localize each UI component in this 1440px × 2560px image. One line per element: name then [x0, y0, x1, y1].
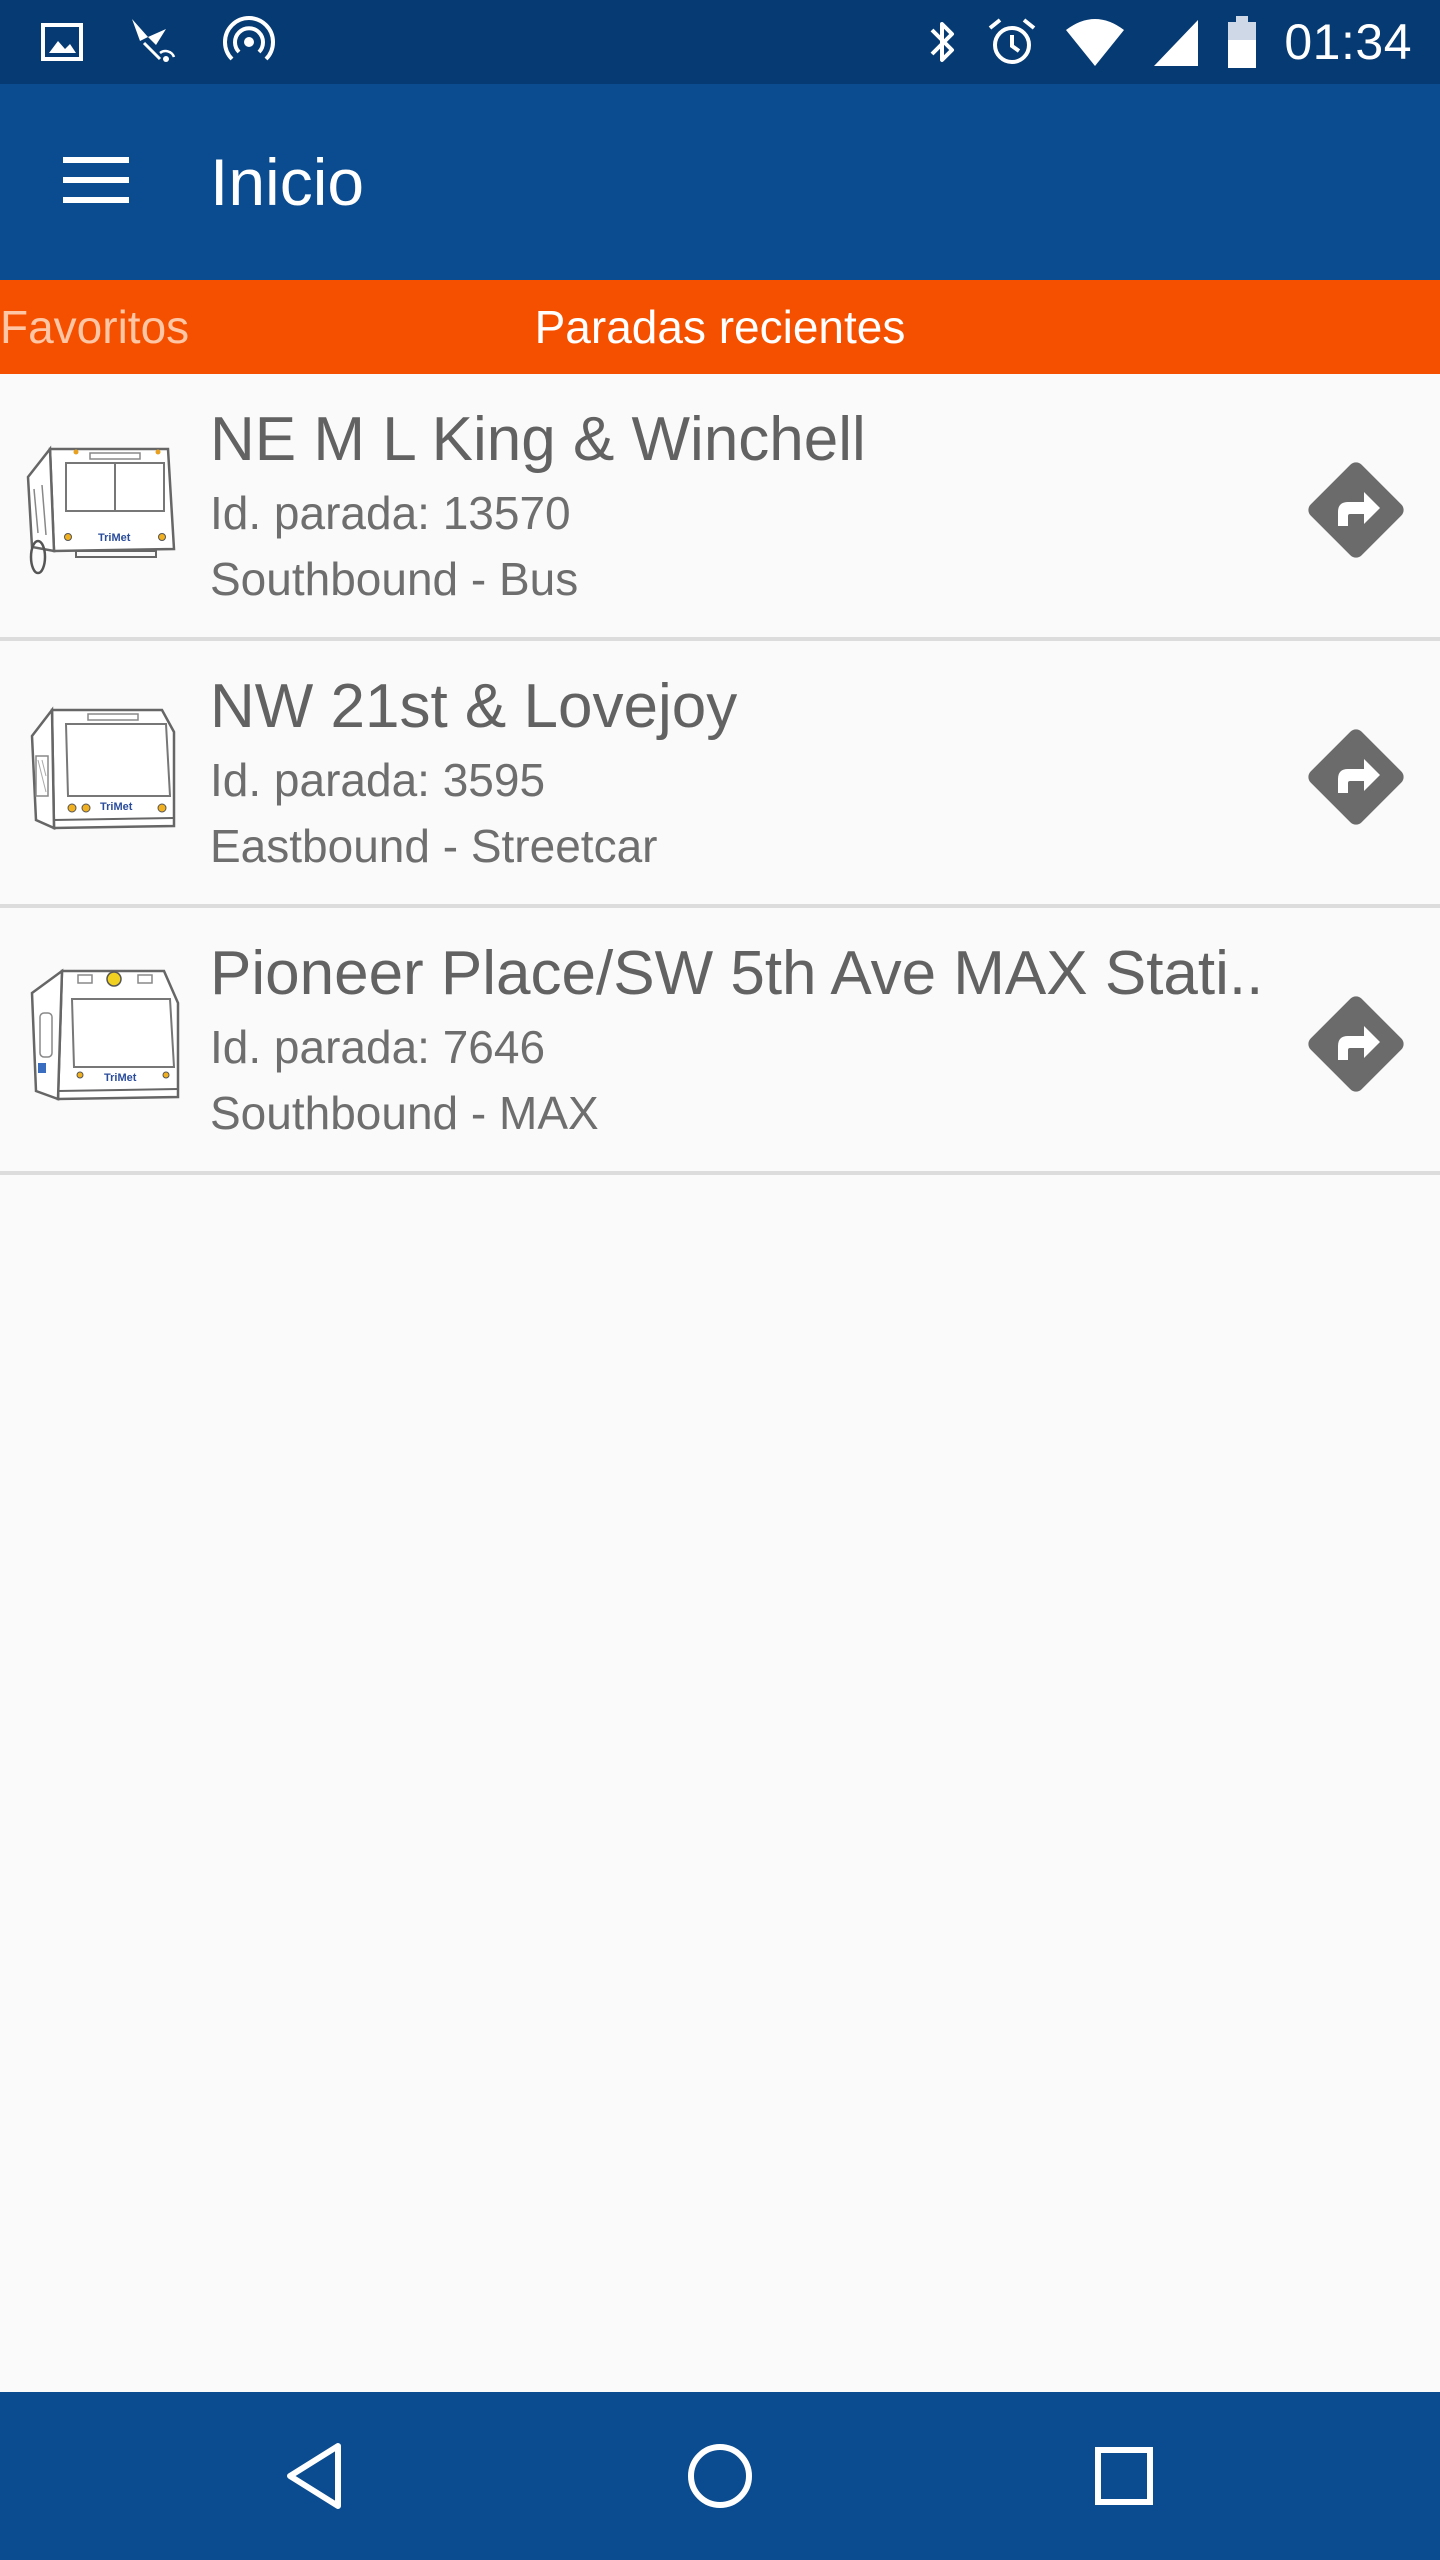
stop-name: Pioneer Place/SW 5th Ave MAX Stati..	[210, 939, 1264, 1008]
recents-icon[interactable]	[1084, 2436, 1164, 2516]
bus-icon: TriMet	[18, 429, 188, 579]
hotspot-icon	[222, 15, 276, 69]
stop-name: NE M L King & Winchell	[210, 405, 866, 474]
svg-text:TriMet: TriMet	[104, 1072, 137, 1084]
list-item[interactable]: TriMet NW 21st & Lovejoy Id. parada: 359…	[0, 641, 1440, 908]
back-icon[interactable]	[276, 2436, 356, 2516]
hamburger-menu-icon	[63, 155, 129, 210]
page-title: Inicio	[210, 145, 365, 219]
list-item[interactable]: TriMet NE M L King & Winchell Id. parada…	[0, 374, 1440, 641]
battery-icon	[1226, 14, 1258, 70]
directions-icon	[1308, 462, 1404, 558]
stop-id: Id. parada: 13570	[210, 487, 571, 539]
directions-button[interactable]	[1300, 454, 1412, 566]
stop-id: Id. parada: 7646	[210, 1021, 546, 1073]
tab-paradas-recientes[interactable]: Paradas recientes	[0, 280, 1440, 374]
directions-icon	[1308, 729, 1404, 825]
signal-icon	[1152, 16, 1200, 68]
stop-direction: Southbound - MAX	[210, 1087, 599, 1139]
directions-button[interactable]	[1300, 988, 1412, 1100]
tab-strip: Paradas recientes Favoritos	[0, 280, 1440, 374]
stop-id: Id. parada: 3595	[210, 754, 546, 806]
svg-text:TriMet: TriMet	[98, 532, 131, 544]
app-bar: Inicio	[0, 84, 1440, 280]
home-icon[interactable]	[680, 2436, 760, 2516]
tab-favoritos[interactable]: Favoritos	[0, 280, 189, 374]
max-train-icon: TriMet	[18, 963, 188, 1113]
stop-direction: Southbound - Bus	[210, 553, 579, 605]
list-item[interactable]: TriMet Pioneer Place/SW 5th Ave MAX Stat…	[0, 908, 1440, 1175]
recent-stops-list: TriMet NE M L King & Winchell Id. parada…	[0, 374, 1440, 1175]
stop-name: NW 21st & Lovejoy	[210, 672, 738, 741]
status-time: 01:34	[1284, 14, 1412, 70]
stop-direction: Eastbound - Streetcar	[210, 820, 658, 872]
wifi-icon	[1064, 16, 1126, 68]
menu-button[interactable]	[48, 134, 144, 230]
status-right-icons: 01:34	[924, 0, 1412, 84]
system-nav-bar	[0, 2392, 1440, 2560]
directions-button[interactable]	[1300, 721, 1412, 833]
status-left-icons	[40, 0, 276, 84]
bluetooth-icon	[924, 16, 960, 68]
image-icon	[40, 20, 84, 64]
svg-text:TriMet: TriMet	[100, 801, 133, 813]
satellite-icon	[126, 15, 180, 69]
streetcar-icon: TriMet	[18, 696, 188, 846]
status-bar: 01:34	[0, 0, 1440, 84]
alarm-icon	[986, 16, 1038, 68]
directions-icon	[1308, 996, 1404, 1092]
